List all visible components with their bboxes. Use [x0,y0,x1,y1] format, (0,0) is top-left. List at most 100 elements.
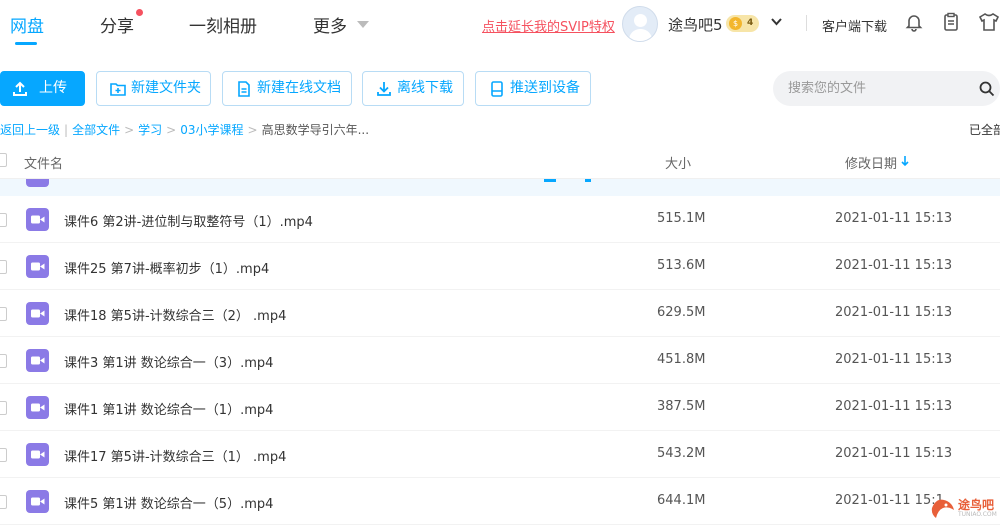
file-modified-date: 2021-01-11 15:13 [835,258,953,273]
push-to-device-label: 推送到设备 [510,80,580,96]
row-checkbox[interactable] [0,354,7,368]
new-folder-button[interactable]: 新建文件夹 [96,71,211,106]
file-size: 513.6M [657,258,706,273]
column-header-modified[interactable]: 修改日期 [845,153,897,172]
top-nav: 网盘 分享 一刻相册 更多 点击延长我的SVIP特权 途鸟吧5 $4 客户端下载 [0,0,1000,55]
coin-count: 4 [747,18,754,28]
column-header-name[interactable]: 文件名 [24,153,63,172]
breadcrumb-separator: > [247,123,258,137]
breadcrumb-pipe: | [64,123,69,137]
file-size: 515.1M [657,211,706,226]
file-size: 644.1M [657,493,706,508]
file-modified-date: 2021-01-11 15:13 [835,352,953,367]
row-checkbox[interactable] [0,448,7,462]
tab-moments-album[interactable]: 一刻相册 [189,12,257,37]
table-row[interactable]: 课件17 第5讲-计数综合三（1） .mp4 543.2M 2021-01-11 1… [0,431,1000,478]
file-name[interactable]: 课件25 第7讲-概率初步（1）.mp4 [64,258,269,277]
video-file-icon [26,490,49,513]
new-online-doc-button[interactable]: 新建在线文档 [222,71,352,106]
active-tab-indicator [15,42,37,45]
file-size: 387.5M [657,399,706,414]
tab-netdisk[interactable]: 网盘 [10,12,44,37]
video-file-icon [26,302,49,325]
breadcrumb-item-study[interactable]: 学习 [138,123,162,137]
breadcrumb: 返回上一级 | 全部文件 > 学习 >03小学课程 > 高思数学导引六年... [0,121,369,138]
notification-dot [136,9,143,16]
select-all-checkbox[interactable] [0,153,7,167]
table-row[interactable]: 课件25 第7讲-概率初步（1）.mp4 513.6M 2021-01-11 15:… [0,243,1000,290]
tab-more[interactable]: 更多 [313,12,347,37]
file-name[interactable]: 课件18 第5讲-计数综合三（2） .mp4 [64,305,286,324]
file-size: 629.5M [657,305,706,320]
caret-down-icon[interactable] [357,21,369,28]
file-name[interactable]: 课件3 第1讲 数论综合一（3）.mp4 [64,352,273,371]
table-row[interactable]: 课件18 第5讲-计数综合三（2） .mp4 629.5M 2021-01-11 1… [0,290,1000,337]
file-modified-date: 2021-01-11 15:13 [835,211,953,226]
row-checkbox[interactable] [0,307,7,321]
chevron-down-icon[interactable] [770,15,783,32]
sort-arrow-down-icon[interactable] [900,154,910,168]
avatar[interactable] [622,6,658,42]
file-modified-date: 2021-01-11 15:1 [835,493,944,508]
video-file-icon [26,208,49,231]
bell-icon[interactable] [904,12,926,34]
row-checkbox[interactable] [0,213,7,227]
clipboard-icon[interactable] [941,12,963,34]
table-row[interactable]: 课件3 第1讲 数论综合一（3）.mp4 451.8M 2021-01-11 15:… [0,337,1000,384]
username[interactable]: 途鸟吧5 [668,14,723,35]
watermark: 途鸟吧 TUNIAO.COM [930,494,1000,521]
client-download-link[interactable]: 客户端下载 [822,16,887,35]
new-folder-label: 新建文件夹 [131,80,201,96]
upload-label: 上传 [39,80,67,96]
divider [806,15,807,31]
loaded-all-status: 已全部 [969,123,1000,137]
row-checkbox[interactable] [0,260,7,274]
watermark-subtext: TUNIAO.COM [958,511,997,518]
breadcrumb-separator: > [124,123,135,137]
upload-button[interactable]: 上传 [0,71,85,106]
coin-badge: $4 [726,15,759,32]
document-icon [238,81,250,97]
breadcrumb-current: 高思数学导引六年... [261,123,370,137]
video-file-icon [26,255,49,278]
breadcrumb-item-all-files[interactable]: 全部文件 [72,123,120,137]
watermark-logo-icon [931,499,954,518]
file-modified-date: 2021-01-11 15:13 [835,305,953,320]
breadcrumb-back[interactable]: 返回上一级 [0,123,60,137]
table-row-partial[interactable] [0,179,1000,196]
offline-download-label: 离线下载 [397,80,453,96]
video-file-icon [26,179,49,187]
push-to-device-button[interactable]: 推送到设备 [475,71,591,106]
file-modified-date: 2021-01-11 15:13 [835,399,953,414]
new-online-doc-label: 新建在线文档 [257,80,341,96]
file-size: 543.2M [657,446,706,461]
video-file-icon [26,349,49,372]
svip-renew-link[interactable]: 点击延长我的SVIP特权 [482,16,615,35]
search-input[interactable] [773,71,1000,106]
upload-icon [13,81,27,96]
search-icon[interactable] [979,81,995,97]
file-name[interactable]: 课件5 第1讲 数论综合一（5）.mp4 [64,493,273,512]
file-size: 451.8M [657,352,706,367]
video-file-icon [26,443,49,466]
row-checkbox[interactable] [0,495,7,509]
table-row[interactable]: 课件1 第1讲 数论综合一（1）.mp4 387.5M 2021-01-11 15:… [0,384,1000,431]
tab-share[interactable]: 分享 [100,12,134,37]
column-header-size[interactable]: 大小 [665,153,691,172]
breadcrumb-item-primary-courses[interactable]: 03小学课程 [180,123,243,137]
row-checkbox[interactable] [0,401,7,415]
download-icon [377,82,391,96]
table-row[interactable]: 课件5 第1讲 数论综合一（5）.mp4 644.1M 2021-01-11 15:… [0,478,1000,525]
shirt-icon[interactable] [978,12,1000,34]
offline-download-button[interactable]: 离线下载 [362,71,464,106]
file-name[interactable]: 课件1 第1讲 数论综合一（1）.mp4 [64,399,273,418]
table-row[interactable]: 课件6 第2讲-进位制与取整符号（1）.mp4 515.1M 2021-01-11 … [0,196,1000,243]
file-name[interactable]: 课件17 第5讲-计数综合三（1） .mp4 [64,446,286,465]
file-modified-date: 2021-01-11 15:13 [835,446,953,461]
video-file-icon [26,396,49,419]
new-folder-icon [110,83,126,96]
device-icon [491,81,503,97]
file-name[interactable]: 课件6 第2讲-进位制与取整符号（1）.mp4 [64,211,313,230]
coin-icon: $ [729,17,742,30]
breadcrumb-separator: > [166,123,177,137]
